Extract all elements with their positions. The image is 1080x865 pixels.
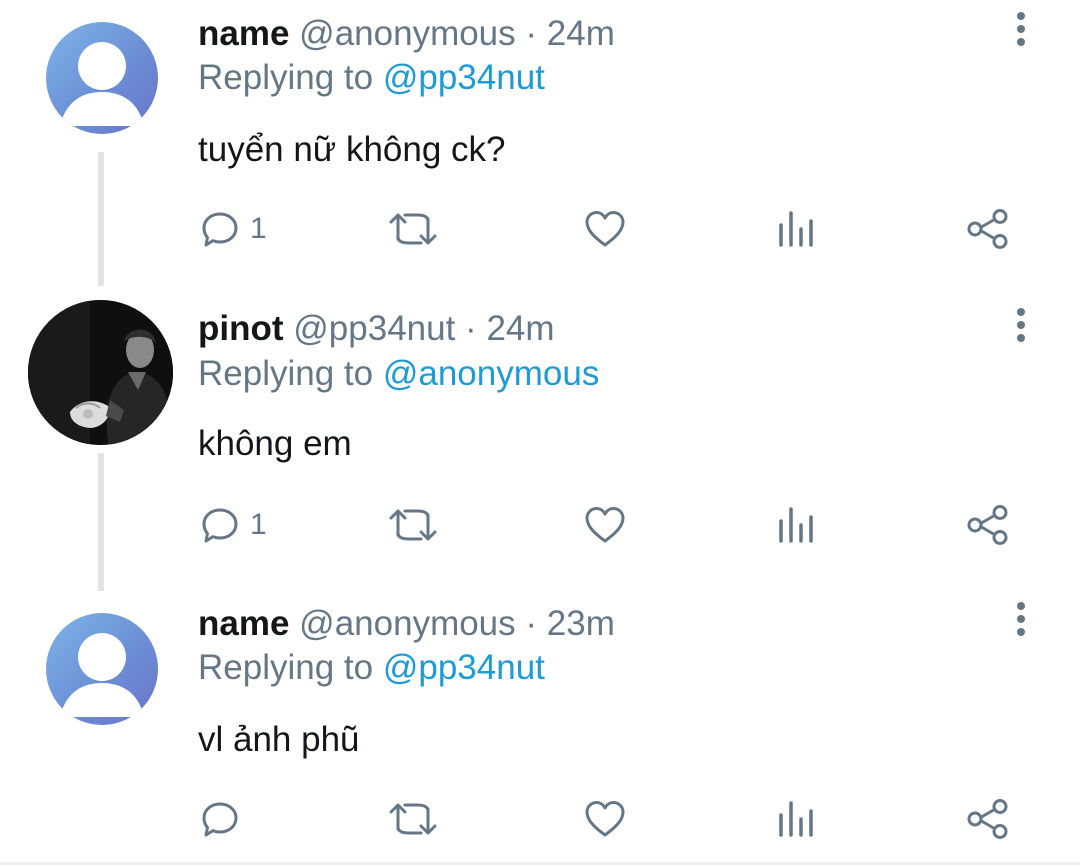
reply-button[interactable] — [200, 797, 250, 841]
replying-to: Replying to @pp34nut — [198, 58, 545, 98]
more-options-icon[interactable] — [1008, 602, 1034, 642]
retweet-button[interactable] — [387, 207, 439, 251]
tweet[interactable]: name @anonymous · 24m Replying to @pp34n… — [0, 0, 1080, 290]
analytics-button[interactable] — [777, 797, 817, 841]
reply-icon — [202, 802, 238, 837]
reply-count: 1 — [250, 212, 267, 245]
retweet-icon — [389, 803, 437, 835]
like-icon — [585, 507, 625, 543]
tweet-actions: 1 — [0, 207, 1080, 251]
reply-icon — [202, 508, 238, 543]
analytics-icon — [779, 211, 813, 247]
tweet-header: name @anonymous · 24m — [198, 14, 615, 54]
display-name[interactable]: name — [198, 14, 289, 53]
tweet-text: vl ảnh phũ — [198, 720, 360, 759]
analytics-icon — [779, 801, 813, 837]
default-avatar-icon — [60, 633, 144, 717]
replying-to: Replying to @anonymous — [198, 354, 599, 394]
timestamp[interactable]: 24m — [486, 309, 554, 348]
mention-link[interactable]: @pp34nut — [383, 648, 545, 687]
profile-photo-icon — [28, 300, 173, 445]
timestamp[interactable]: 24m — [547, 14, 615, 53]
like-icon — [585, 801, 625, 837]
more-options-icon[interactable] — [1008, 308, 1034, 348]
retweet-icon — [389, 509, 437, 541]
display-name[interactable]: pinot — [198, 309, 284, 348]
tweet-actions — [0, 797, 1080, 841]
replying-to-label: Replying to — [198, 648, 374, 687]
separator: · — [525, 604, 538, 643]
analytics-button[interactable] — [777, 503, 817, 547]
mention-link[interactable]: @anonymous — [383, 354, 599, 393]
retweet-button[interactable] — [387, 797, 439, 841]
avatar[interactable] — [46, 22, 158, 134]
timestamp[interactable]: 23m — [547, 604, 615, 643]
avatar[interactable] — [28, 300, 173, 445]
mention-link[interactable]: @pp34nut — [383, 58, 545, 97]
separator: · — [465, 309, 477, 348]
share-icon — [967, 209, 1008, 249]
tweet[interactable]: name @anonymous · 23m Replying to @pp34n… — [0, 585, 1080, 862]
tweet-header: pinot @pp34nut · 24m — [198, 309, 555, 349]
like-button[interactable] — [584, 207, 626, 251]
share-button[interactable] — [966, 797, 1010, 841]
reply-button[interactable]: 1 — [200, 503, 267, 547]
more-options-icon[interactable] — [1008, 12, 1034, 52]
share-button[interactable] — [966, 207, 1010, 251]
replying-to-label: Replying to — [198, 58, 374, 97]
analytics-button[interactable] — [777, 207, 817, 251]
user-handle[interactable]: @anonymous — [299, 14, 515, 53]
display-name[interactable]: name — [198, 604, 289, 643]
avatar[interactable] — [46, 613, 158, 725]
tweet-text: tuyển nữ không ck? — [198, 130, 506, 169]
tweet[interactable]: pinot @pp34nut · 24m Replying to @anonym… — [0, 290, 1080, 585]
reply-button[interactable]: 1 — [200, 207, 267, 251]
tweet-actions: 1 — [0, 503, 1080, 547]
share-button[interactable] — [966, 503, 1010, 547]
user-handle[interactable]: @pp34nut — [293, 309, 455, 348]
retweet-button[interactable] — [387, 503, 439, 547]
reply-icon — [202, 212, 238, 247]
like-button[interactable] — [584, 503, 626, 547]
separator: · — [525, 14, 538, 53]
replying-to-label: Replying to — [198, 354, 374, 393]
tweet-text: không em — [198, 424, 352, 463]
share-icon — [967, 799, 1008, 839]
reply-count: 1 — [250, 508, 267, 541]
retweet-icon — [389, 213, 437, 245]
analytics-icon — [779, 507, 813, 543]
tweet-header: name @anonymous · 23m — [198, 604, 615, 644]
replying-to: Replying to @pp34nut — [198, 648, 545, 688]
like-icon — [585, 211, 625, 247]
user-handle[interactable]: @anonymous — [299, 604, 515, 643]
share-icon — [967, 505, 1008, 545]
like-button[interactable] — [584, 797, 626, 841]
default-avatar-icon — [60, 42, 144, 126]
